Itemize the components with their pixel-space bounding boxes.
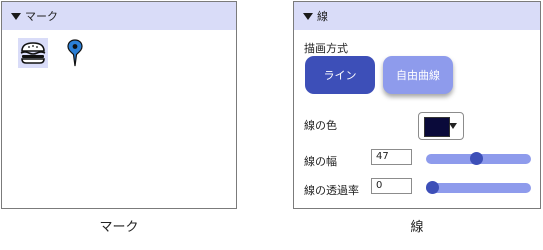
mark-icon-list <box>18 38 90 68</box>
draw-method-label: 描画方式 <box>304 42 348 55</box>
collapse-triangle-icon <box>303 12 313 20</box>
line-panel: 線 描画方式 ライン 自由曲線 線の色 線の幅 47 線の透過率 0 <box>293 1 541 209</box>
line-caption: 線 <box>410 220 424 235</box>
line-opacity-input[interactable]: 0 <box>371 178 412 194</box>
line-panel-title: 線 <box>317 10 328 23</box>
line-color-swatch <box>424 117 450 137</box>
page: マーク マーク 線 描画方式 ライン 自由曲線 線の色 線の幅 47 線の透過率… <box>0 0 543 250</box>
mark-panel-title: マーク <box>25 10 58 23</box>
collapse-triangle-icon <box>11 12 21 20</box>
line-width-slider-thumb[interactable] <box>469 152 483 165</box>
line-panel-header[interactable]: 線 <box>294 2 540 30</box>
dropdown-caret-icon <box>449 123 457 129</box>
hamburger-icon[interactable] <box>18 38 48 68</box>
line-color-picker[interactable] <box>418 112 464 140</box>
map-pin-icon[interactable] <box>60 38 90 68</box>
mark-caption: マーク <box>99 220 139 235</box>
mark-panel: マーク <box>1 1 237 209</box>
line-width-input[interactable]: 47 <box>371 149 412 165</box>
line-opacity-slider[interactable] <box>426 181 531 194</box>
line-mode-button[interactable]: ライン <box>305 56 375 94</box>
freehand-mode-button[interactable]: 自由曲線 <box>383 56 453 94</box>
line-width-label: 線の幅 <box>304 155 337 168</box>
line-color-label: 線の色 <box>304 119 337 132</box>
line-opacity-slider-thumb[interactable] <box>426 181 439 194</box>
line-width-slider[interactable] <box>426 152 531 165</box>
mark-panel-header[interactable]: マーク <box>2 2 236 30</box>
line-opacity-label: 線の透過率 <box>304 184 359 197</box>
